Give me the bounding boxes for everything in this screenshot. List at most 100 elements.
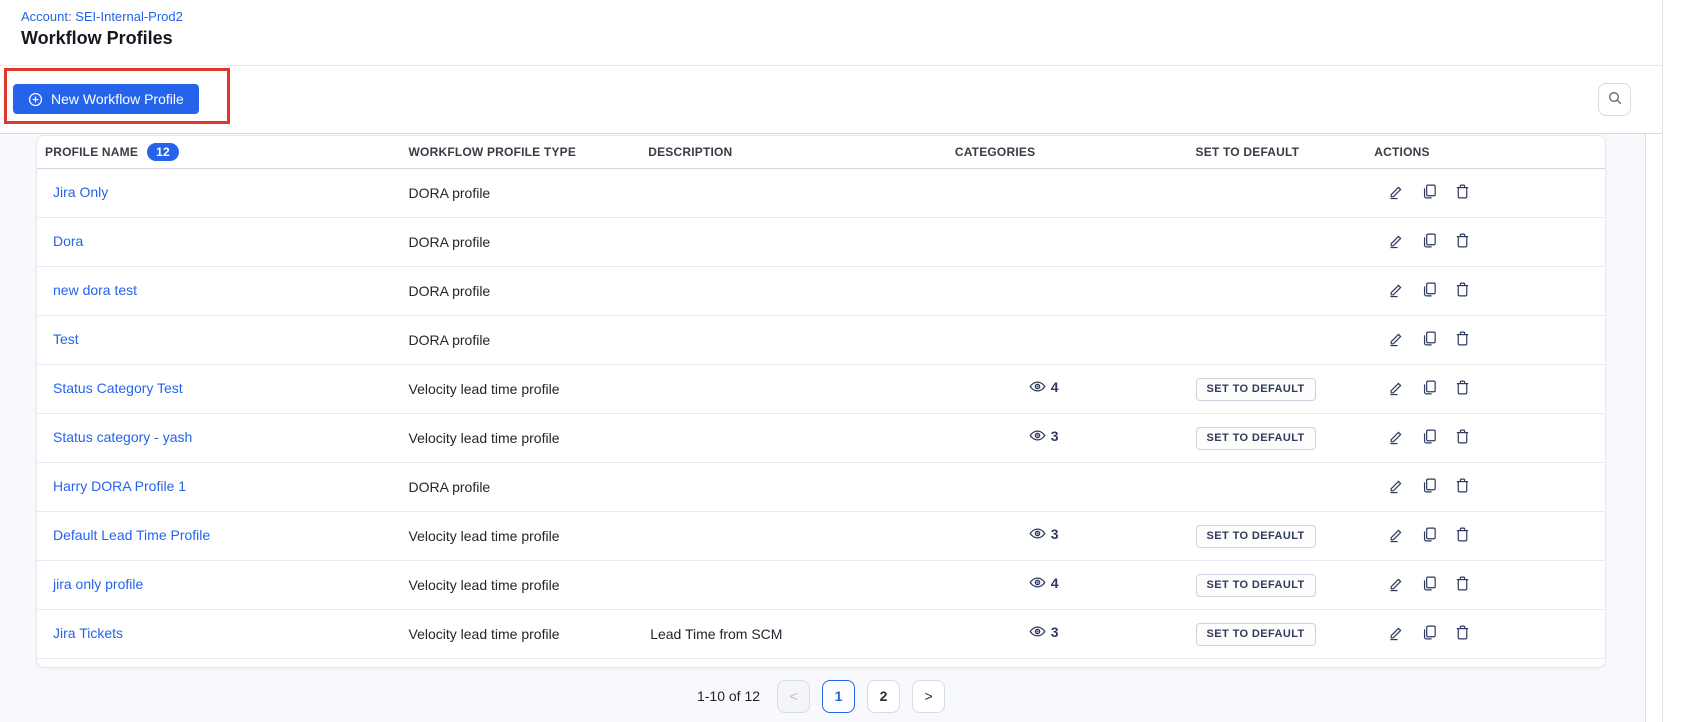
- pagination-page-button-1[interactable]: 1: [822, 680, 855, 713]
- set-to-default-badge: SET TO DEFAULT: [1196, 623, 1316, 646]
- trash-icon: [1454, 526, 1471, 546]
- search-button[interactable]: [1598, 83, 1631, 116]
- clone-button[interactable]: [1419, 475, 1440, 499]
- profile-type-cell: Velocity lead time profile: [409, 381, 649, 397]
- page-title: Workflow Profiles: [21, 28, 173, 49]
- copy-icon: [1421, 526, 1438, 546]
- trash-icon: [1454, 428, 1471, 448]
- categories-chip[interactable]: 3: [1029, 525, 1059, 542]
- table-row: Test DORA profile: [37, 316, 1605, 365]
- profile-type-cell: DORA profile: [409, 283, 649, 299]
- delete-button[interactable]: [1452, 524, 1473, 548]
- pagination-page-button-2[interactable]: 2: [867, 680, 900, 713]
- edit-button[interactable]: [1386, 426, 1407, 450]
- delete-button[interactable]: [1452, 377, 1473, 401]
- pencil-icon: [1388, 330, 1405, 350]
- pencil-icon: [1388, 477, 1405, 497]
- delete-button[interactable]: [1452, 328, 1473, 352]
- pencil-icon: [1388, 624, 1405, 644]
- delete-button[interactable]: [1452, 475, 1473, 499]
- profile-name-link[interactable]: Dora: [53, 233, 83, 249]
- categories-count: 3: [1051, 624, 1059, 640]
- profile-name-link[interactable]: Jira Tickets: [53, 625, 123, 641]
- edit-button[interactable]: [1386, 230, 1407, 254]
- edit-button[interactable]: [1386, 475, 1407, 499]
- edit-button[interactable]: [1386, 328, 1407, 352]
- column-header-set-to-default: SET TO DEFAULT: [1196, 145, 1375, 159]
- clone-button[interactable]: [1419, 377, 1440, 401]
- categories-chip[interactable]: 3: [1029, 427, 1059, 444]
- edit-button[interactable]: [1386, 181, 1407, 205]
- set-to-default-badge: SET TO DEFAULT: [1196, 427, 1316, 450]
- clone-button[interactable]: [1419, 230, 1440, 254]
- pagination-prev-button[interactable]: <: [777, 680, 810, 713]
- profile-type-cell: DORA profile: [409, 234, 649, 250]
- copy-icon: [1421, 232, 1438, 252]
- delete-button[interactable]: [1452, 181, 1473, 205]
- eye-icon: [1029, 378, 1046, 395]
- profile-name-link[interactable]: jira only profile: [53, 576, 143, 592]
- new-workflow-profile-button[interactable]: New Workflow Profile: [13, 84, 199, 114]
- clone-button[interactable]: [1419, 524, 1440, 548]
- profile-type-cell: DORA profile: [409, 185, 649, 201]
- clone-button[interactable]: [1419, 426, 1440, 450]
- trash-icon: [1454, 232, 1471, 252]
- table-row: jira only profile Velocity lead time pro…: [37, 561, 1605, 610]
- copy-icon: [1421, 281, 1438, 301]
- clone-button[interactable]: [1419, 181, 1440, 205]
- table-row: Jira Tickets Velocity lead time profile …: [37, 610, 1605, 659]
- delete-button[interactable]: [1452, 426, 1473, 450]
- profile-name-link[interactable]: Test: [53, 331, 79, 347]
- profile-type-cell: DORA profile: [409, 332, 649, 348]
- clone-button[interactable]: [1419, 573, 1440, 597]
- profile-name-link[interactable]: Jira Only: [53, 184, 108, 200]
- pagination-next-button[interactable]: >: [912, 680, 945, 713]
- profile-name-link[interactable]: Status category - yash: [53, 429, 192, 445]
- copy-icon: [1421, 575, 1438, 595]
- edit-button[interactable]: [1386, 524, 1407, 548]
- categories-chip[interactable]: 4: [1029, 378, 1059, 395]
- pencil-icon: [1388, 232, 1405, 252]
- delete-button[interactable]: [1452, 573, 1473, 597]
- edit-button[interactable]: [1386, 377, 1407, 401]
- pencil-icon: [1388, 379, 1405, 399]
- categories-chip[interactable]: 3: [1029, 623, 1059, 640]
- trash-icon: [1454, 183, 1471, 203]
- table-row: Status category - yash Velocity lead tim…: [37, 414, 1605, 463]
- trash-icon: [1454, 624, 1471, 644]
- row-count-badge: 12: [147, 143, 179, 161]
- delete-button[interactable]: [1452, 230, 1473, 254]
- categories-chip[interactable]: 4: [1029, 574, 1059, 591]
- copy-icon: [1421, 330, 1438, 350]
- account-breadcrumb-link[interactable]: Account: SEI-Internal-Prod2: [21, 9, 183, 24]
- page-right-border: [1662, 0, 1663, 722]
- trash-icon: [1454, 477, 1471, 497]
- table-row: Harry DORA Profile 1 DORA profile: [37, 463, 1605, 512]
- table-row: Default Lead Time Profile Velocity lead …: [37, 512, 1605, 561]
- categories-count: 4: [1051, 575, 1059, 591]
- table-row: Jira Only DORA profile: [37, 169, 1605, 218]
- pagination: 1-10 of 12 < 12 >: [36, 679, 1606, 713]
- edit-button[interactable]: [1386, 279, 1407, 303]
- edit-button[interactable]: [1386, 573, 1407, 597]
- profile-name-link[interactable]: Default Lead Time Profile: [53, 527, 210, 543]
- trash-icon: [1454, 379, 1471, 399]
- profile-name-link[interactable]: new dora test: [53, 282, 137, 298]
- clone-button[interactable]: [1419, 622, 1440, 646]
- edit-button[interactable]: [1386, 622, 1407, 646]
- profile-name-link[interactable]: Harry DORA Profile 1: [53, 478, 186, 494]
- eye-icon: [1029, 623, 1046, 640]
- profile-name-header-label: PROFILE NAME: [45, 145, 138, 159]
- categories-count: 3: [1051, 428, 1059, 444]
- delete-button[interactable]: [1452, 279, 1473, 303]
- profile-name-link[interactable]: Status Category Test: [53, 380, 183, 396]
- clone-button[interactable]: [1419, 279, 1440, 303]
- categories-count: 3: [1051, 526, 1059, 542]
- delete-button[interactable]: [1452, 622, 1473, 646]
- column-header-actions: ACTIONS: [1374, 145, 1605, 159]
- new-workflow-profile-label: New Workflow Profile: [51, 91, 184, 107]
- table-row: Status Category Test Velocity lead time …: [37, 365, 1605, 414]
- clone-button[interactable]: [1419, 328, 1440, 352]
- search-icon: [1607, 90, 1623, 109]
- plus-circle-icon: [28, 92, 43, 107]
